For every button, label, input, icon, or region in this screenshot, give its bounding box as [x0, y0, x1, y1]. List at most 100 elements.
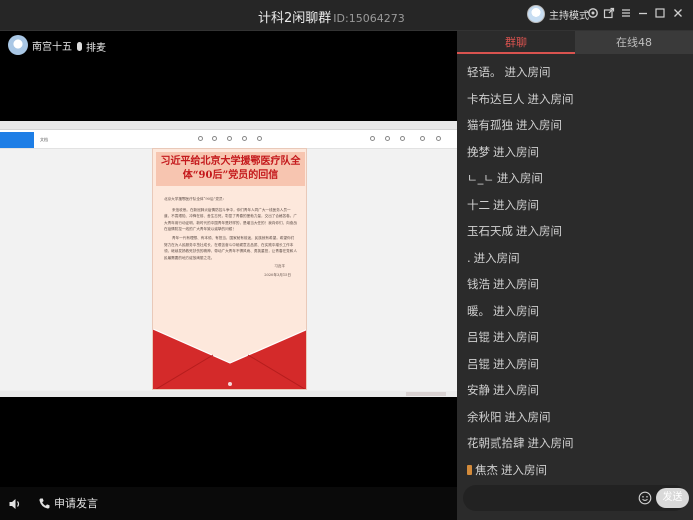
list-item: . 进入房间 [467, 245, 685, 272]
chat-tabs: 群聊 在线48 [457, 31, 693, 54]
emoji-icon[interactable] [638, 491, 652, 505]
shared-doc-tab: 文档 [40, 137, 48, 142]
list-item: 挽梦 进入房间 [467, 139, 685, 166]
user-nickname[interactable]: . [467, 248, 471, 268]
chat-panel: 群聊 在线48 轻语。 进入房间 卡布达巨人 进入房间 猫有孤独 进入房间 挽梦 进入房… [457, 31, 693, 520]
speaker-name: 南宫十五 [32, 41, 72, 53]
list-item: 轻语。 进入房间 [467, 59, 685, 86]
enter-room-text: 进入房间 [493, 197, 539, 212]
letter-salutation: 北京大学援鄂医疗队全体“90后”党员： [164, 197, 227, 201]
enter-room-text: 进入房间 [473, 250, 520, 265]
mic-icon [77, 42, 82, 51]
list-item: 焦杰 进入房间 [467, 457, 685, 484]
user-nickname[interactable]: 卡布达巨人 [467, 89, 525, 109]
enter-room-text: 进入房间 [496, 171, 543, 186]
window-title: 计科2闲聊群 ID:15064273 [258, 7, 405, 26]
chat-input[interactable] [473, 489, 633, 507]
tab-online-members[interactable]: 在线48 [575, 31, 693, 54]
bottom-bar: 申请发言 [0, 487, 457, 520]
title-bar: 计科2闲聊群 ID:15064273 主持模式 [0, 0, 693, 31]
close-icon[interactable] [671, 7, 685, 23]
shared-browser-topbar [0, 121, 457, 130]
list-item: 十二 进入房间 [467, 192, 685, 219]
shared-browser-app-button [0, 132, 34, 148]
list-item: 花朝贰拾肆 进入房间 [467, 430, 685, 457]
list-item: 吕锟 进入房间 [467, 324, 685, 351]
shared-fullscreen-icon [436, 136, 441, 141]
message-list[interactable]: 轻语。 进入房间 卡布达巨人 进入房间 猫有孤独 进入房间 挽梦 进入房间 ㄴ_ㄴ 进入房… [467, 59, 685, 483]
letter-signature: 习近平 [274, 264, 285, 269]
list-item: 余秋阳 进入房间 [467, 404, 685, 431]
user-nickname[interactable]: 花朝贰拾肆 [467, 433, 525, 453]
maximize-icon[interactable] [653, 7, 667, 23]
letter-paragraph: 来信收悉。在新冠肺炎疫情防控斗争中，你们青年人同广大一线医务人员一道，不畏艰险、… [164, 207, 297, 232]
shared-letter: 习近平给北京大学援鄂医疗队全体“90后”党员的回信 北京大学援鄂医疗队全体“90… [152, 148, 307, 390]
stage: 南宫十五 排麦 文档 习近平给北京大学援鄂医疗队全体“90后”党员的回信 北京大… [0, 31, 457, 487]
user-nickname[interactable]: 十二 [467, 195, 490, 215]
list-item: 玉石天成 进入房间 [467, 218, 685, 245]
shared-search-icon [198, 136, 203, 141]
user-nickname[interactable]: 焦杰 [475, 460, 498, 480]
user-nickname[interactable]: 安静 [467, 380, 490, 400]
enter-room-text: 进入房间 [516, 224, 562, 239]
shared-bookmark-icon [400, 136, 405, 141]
minimize-icon[interactable] [636, 7, 650, 23]
list-item: 暖。 进入房间 [467, 298, 685, 325]
user-nickname[interactable]: 玉石天成 [467, 221, 513, 241]
shared-doc-icon [212, 136, 217, 141]
user-badge-icon [467, 464, 472, 475]
list-item: 卡布达巨人 进入房间 [467, 86, 685, 113]
send-button[interactable]: 发送 [656, 488, 689, 508]
speaker[interactable]: 南宫十五 [8, 35, 72, 55]
host-mode-label: 主持模式 [549, 10, 589, 22]
user-nickname[interactable]: ㄴ_ㄴ [467, 168, 494, 188]
shared-print-icon [370, 136, 375, 141]
list-item: ㄴ_ㄴ 进入房间 [467, 165, 685, 192]
shared-share-icon [385, 136, 390, 141]
enter-room-text: 进入房间 [493, 356, 539, 371]
apply-to-speak-label: 申请发言 [54, 497, 98, 510]
enter-room-text: 进入房间 [504, 65, 551, 80]
enter-room-text: 进入房间 [504, 409, 551, 424]
popout-icon[interactable] [602, 7, 616, 23]
mic-queue-button[interactable]: 排麦 [77, 39, 106, 54]
shared-edit-icon [257, 136, 262, 141]
enter-room-text: 进入房间 [527, 436, 574, 451]
user-nickname[interactable]: 猫有孤独 [467, 115, 513, 135]
enter-room-text: 进入房间 [493, 277, 539, 292]
user-nickname[interactable]: 余秋阳 [467, 407, 502, 427]
apply-to-speak-button[interactable]: 申请发言 [38, 495, 98, 511]
list-item: 钱浩 进入房间 [467, 271, 685, 298]
user-nickname[interactable]: 挽梦 [467, 142, 490, 162]
letter-envelope-graphic [153, 329, 306, 389]
list-item: 猫有孤独 进入房间 [467, 112, 685, 139]
enter-room-text: 进入房间 [501, 462, 547, 477]
enter-room-text: 进入房间 [493, 383, 539, 398]
enter-room-text: 进入房间 [493, 303, 539, 318]
tab-group-chat[interactable]: 群聊 [457, 31, 575, 54]
letter-title: 习近平给北京大学援鄂医疗队全体“90后”党员的回信 [156, 152, 305, 186]
volume-icon[interactable] [8, 496, 22, 510]
shared-heart-icon [227, 136, 232, 141]
list-item: 安静 进入房间 [467, 377, 685, 404]
enter-room-text: 进入房间 [527, 91, 574, 106]
phone-icon [39, 498, 50, 509]
user-nickname[interactable]: 吕锟 [467, 327, 490, 347]
speaker-avatar [8, 35, 28, 55]
list-item: 吕锟 进入房间 [467, 351, 685, 378]
shared-more-icon [420, 136, 425, 141]
enter-room-text: 进入房间 [493, 330, 539, 345]
room-name: 计科2闲聊群 [258, 11, 332, 26]
mic-queue-label: 排麦 [86, 43, 106, 54]
settings-icon[interactable] [586, 7, 600, 23]
chat-input-bar: 发送 [463, 485, 689, 511]
letter-paragraph: 青年一代有理想、有本领、有担当，国家就有前途，民族就有希望。希望你们努力在为人民… [164, 235, 297, 260]
user-nickname[interactable]: 暖。 [467, 301, 490, 321]
host-mode[interactable]: 主持模式 [527, 5, 589, 23]
user-nickname[interactable]: 轻语。 [467, 62, 502, 82]
user-nickname[interactable]: 钱浩 [467, 274, 490, 294]
host-avatar [527, 5, 545, 23]
user-nickname[interactable]: 吕锟 [467, 354, 490, 374]
letter-body: 北京大学援鄂医疗队全体“90后”党员： 来信收悉。在新冠肺炎疫情防控斗争中，你们… [164, 196, 297, 281]
menu-icon[interactable] [619, 7, 633, 23]
